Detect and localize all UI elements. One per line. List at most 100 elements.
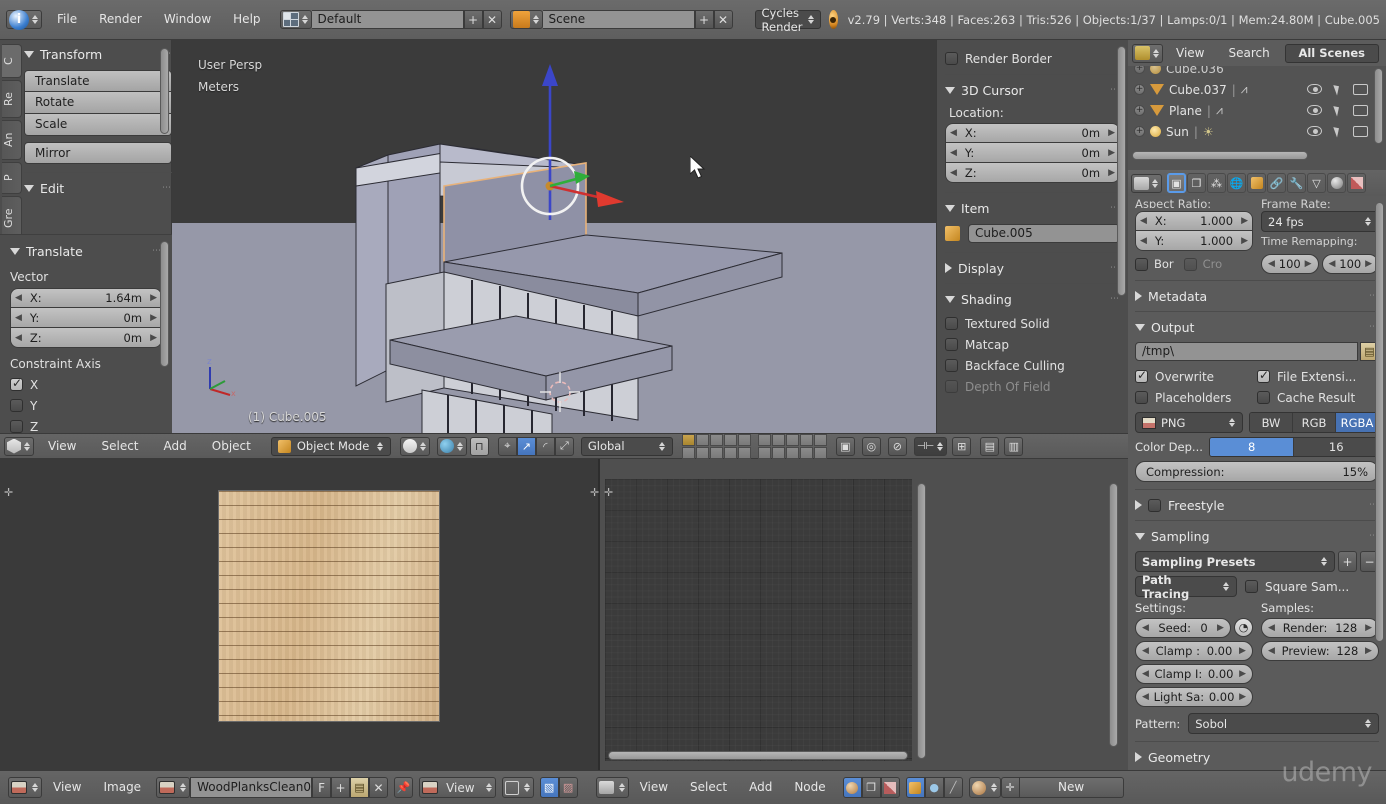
layer-button[interactable] [738, 434, 751, 446]
snap-grid-button[interactable]: ⊞ [952, 437, 971, 456]
tool-tab-animation[interactable]: An [2, 120, 22, 160]
image-editor[interactable]: ✛ [0, 459, 598, 770]
restrict-render-icon[interactable] [1353, 105, 1368, 116]
outliner-menu-view[interactable]: View [1165, 40, 1215, 67]
decrement-arrow-icon[interactable]: ◀ [15, 313, 22, 323]
unlink-image-button[interactable]: ✕ [369, 777, 388, 798]
add-scene-button[interactable]: + [695, 10, 714, 29]
outliner-object-name[interactable]: Plane [1169, 104, 1202, 118]
output-panel-header[interactable]: Output ⋯ [1135, 317, 1379, 337]
outliner-object-name[interactable]: Cube.036 [1166, 66, 1224, 76]
increment-arrow-icon[interactable]: ▶ [1108, 148, 1115, 158]
cache-result-row[interactable]: Cache Result [1257, 387, 1379, 408]
properties-tab-scene[interactable]: ⁂ [1207, 173, 1226, 193]
properties-tab-texture[interactable] [1347, 173, 1366, 193]
layer-button[interactable] [814, 434, 827, 446]
lock-to-scene-button[interactable]: ▣ [836, 437, 855, 456]
constraint-axis-x-row[interactable]: X [10, 374, 162, 395]
render-samples-field[interactable]: ◀ Render: 128 ▶ [1261, 618, 1379, 638]
open-image-button[interactable]: ▤ [350, 777, 369, 798]
decrement-arrow-icon[interactable]: ◀ [1142, 646, 1149, 656]
layer-button[interactable] [814, 447, 827, 459]
backface-culling-checkbox[interactable] [945, 359, 958, 372]
decrement-arrow-icon[interactable]: ◀ [950, 168, 957, 178]
viewport-3d-canvas[interactable]: z x User Persp Meters (1) Cube.005 [172, 40, 936, 433]
increment-arrow-icon[interactable]: ▶ [1239, 646, 1246, 656]
screen-layout-icon-button[interactable] [280, 10, 312, 29]
properties-tab-render-layers[interactable]: ❐ [1187, 173, 1206, 193]
render-engine-selector[interactable]: Cycles Render [755, 10, 821, 29]
scene-layers-group-1[interactable] [682, 434, 751, 459]
image-name-field[interactable]: WoodPlanksClean0... [190, 777, 312, 798]
outliner-hscrollbar[interactable] [1132, 151, 1308, 160]
image-pivot-selector[interactable] [502, 777, 534, 798]
proportional-edit-button[interactable]: ◎ [862, 437, 881, 456]
menu-help[interactable]: Help [222, 6, 271, 33]
restrict-view-icon[interactable] [1307, 105, 1322, 115]
outliner-display-mode[interactable]: All Scenes [1285, 44, 1379, 63]
properties-tab-world[interactable]: 🌐 [1227, 173, 1246, 193]
shader-type-layers-button[interactable]: ❐ [862, 777, 881, 798]
scene-name-field[interactable]: Scene [543, 10, 695, 29]
delete-screen-layout-button[interactable]: ✕ [483, 10, 502, 29]
increment-arrow-icon[interactable]: ▶ [1241, 216, 1248, 226]
translate-tool-button[interactable]: Translate [24, 70, 172, 92]
properties-tab-modifiers[interactable]: 🔧 [1287, 173, 1306, 193]
render-button[interactable]: ▤ [980, 437, 999, 456]
interaction-mode-selector[interactable]: Object Mode [271, 437, 391, 456]
viewport-menu-view[interactable]: View [37, 433, 87, 460]
translate-x-field[interactable]: ◀ X: 1.64m ▶ [10, 288, 162, 308]
image-view-mode-selector[interactable]: View [419, 777, 495, 798]
properties-tab-bar[interactable]: ▣ ❐ ⁂ 🌐 🔗 🔧 ▽ [1128, 170, 1386, 196]
cursor-y-field[interactable]: ◀ Y: 0m ▶ [945, 143, 1120, 163]
restrict-view-icon[interactable] [1307, 126, 1322, 136]
increment-arrow-icon[interactable]: ▶ [1365, 259, 1372, 269]
properties-tab-render[interactable]: ▣ [1167, 173, 1186, 193]
expand-icon[interactable]: + [1134, 84, 1145, 95]
shader-type-texture-button[interactable] [881, 777, 900, 798]
restrict-render-icon[interactable] [1353, 84, 1368, 95]
render-animation-button[interactable]: ▥ [1004, 437, 1023, 456]
clamp-indirect-field[interactable]: ◀ Clamp I: 0.00 ▶ [1135, 664, 1253, 684]
scene-layers-group-2[interactable] [758, 434, 827, 459]
object-name-field[interactable]: Cube.005 [968, 224, 1120, 243]
transform-panel-header[interactable]: Transform ⋯ [24, 44, 172, 64]
frame-rate-selector[interactable]: 24 fps [1261, 211, 1379, 232]
menu-render[interactable]: Render [88, 6, 153, 33]
constraint-y-checkbox[interactable] [10, 399, 23, 412]
color-depth-16[interactable]: 16 [1294, 438, 1378, 456]
tool-shelf-scrollbar[interactable] [160, 48, 169, 134]
viewport-menu-add[interactable]: Add [153, 433, 198, 460]
image-menu-view[interactable]: View [42, 774, 92, 801]
transform-orientation-selector[interactable]: Global [581, 437, 673, 456]
layer-button[interactable] [800, 434, 813, 446]
square-samples-row[interactable]: Square Sam... [1245, 576, 1379, 597]
add-sampling-preset-button[interactable]: + [1338, 551, 1357, 572]
time-remap-new-field[interactable]: ◀ 100 ▶ [1322, 254, 1380, 274]
scene-browse-button[interactable] [510, 10, 543, 29]
restrict-render-icon[interactable] [1353, 126, 1368, 137]
display-panel-header[interactable]: Display ⋯ [945, 258, 1120, 278]
constraint-z-checkbox[interactable] [10, 420, 23, 433]
viewport-menu-select[interactable]: Select [90, 433, 149, 460]
node-editor-canvas[interactable] [605, 479, 912, 761]
decrement-arrow-icon[interactable]: ◀ [950, 148, 957, 158]
properties-tab-material[interactable] [1327, 173, 1346, 193]
image-menu-image[interactable]: Image [92, 774, 152, 801]
increment-arrow-icon[interactable]: ▶ [1108, 128, 1115, 138]
node-menu-select[interactable]: Select [679, 774, 738, 801]
color-mode-segmented[interactable]: BW RGB RGBA [1249, 412, 1379, 433]
layer-button[interactable] [786, 434, 799, 446]
file-format-selector[interactable]: PNG [1135, 412, 1243, 433]
menu-window[interactable]: Window [153, 6, 222, 33]
increment-arrow-icon[interactable]: ▶ [1365, 623, 1372, 633]
time-remap-old-field[interactable]: ◀ 100 ▶ [1261, 254, 1319, 274]
increment-arrow-icon[interactable]: ▶ [1239, 669, 1246, 679]
snap-during-transform-toggle[interactable]: ⊓ [470, 437, 489, 456]
mirror-tool-button[interactable]: Mirror [24, 142, 172, 164]
restrict-view-icon[interactable] [1307, 84, 1322, 94]
node-editor-corner-widget-left[interactable]: ✛ [590, 485, 603, 498]
rotate-tool-button[interactable]: Rotate [24, 92, 172, 114]
layer-button[interactable] [682, 434, 695, 446]
translate-z-field[interactable]: ◀ Z: 0m ▶ [10, 328, 162, 348]
